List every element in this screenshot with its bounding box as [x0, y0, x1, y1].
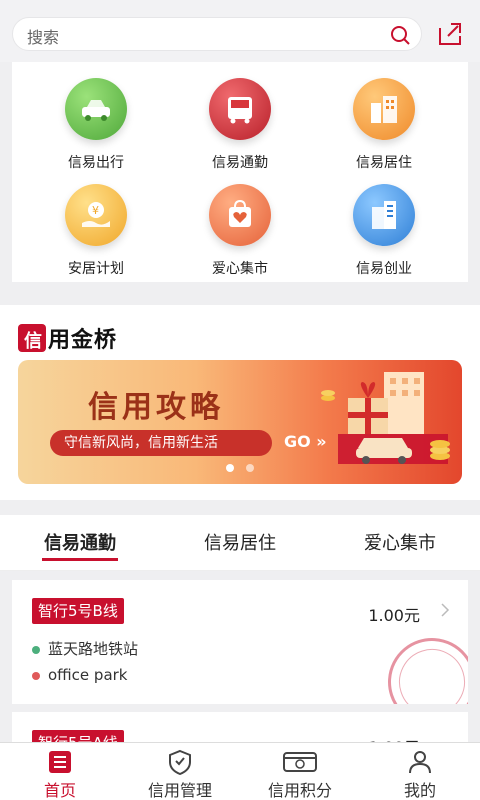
points-card-icon: [283, 752, 317, 772]
user-icon: [409, 751, 431, 774]
category-tabs: 信易通勤 信易居住 爱心集市: [0, 515, 480, 571]
grid-item-label: 安居计划: [68, 261, 124, 277]
heart-bag-icon: [209, 184, 271, 246]
home-credit-icon: [49, 751, 71, 773]
grid-item-label: 信易通勤: [212, 155, 268, 171]
grid-item-label: 信易创业: [356, 261, 412, 277]
carousel-dot[interactable]: [246, 464, 254, 472]
nav-credit-management[interactable]: 信用管理: [120, 743, 240, 800]
grid-item-housing[interactable]: 信易居住: [314, 68, 454, 172]
route-card[interactable]: 智行5号B线 1.00元 蓝天路地铁站 office park: [12, 580, 468, 704]
grid-item-charity-market[interactable]: 爱心集市: [170, 174, 310, 278]
chevron-right-icon: [441, 603, 450, 617]
nav-credit-points[interactable]: 信用积分: [240, 743, 360, 800]
route-start-stop: 蓝天路地铁站: [32, 638, 138, 659]
route-tag: 智行5号B线: [32, 598, 124, 624]
route-price: 1.00元: [368, 734, 420, 742]
banner-tagline: 守信新风尚，信用新生活: [50, 430, 272, 456]
active-tab-indicator: [42, 558, 118, 561]
promo-banner[interactable]: 信用攻略 守信新风尚，信用新生活 GO »: [18, 360, 462, 484]
tab-housing[interactable]: 信易居住: [204, 529, 276, 555]
svg-text:¥: ¥: [92, 204, 99, 217]
bus-icon: [209, 78, 271, 140]
route-tag: 智行5号A线: [32, 730, 124, 742]
nav-home[interactable]: 首页: [0, 743, 120, 800]
grid-item-label: 信易居住: [356, 155, 412, 171]
bottom-nav: 首页 信用管理 信用积分 我的: [0, 742, 480, 800]
search-icon[interactable]: [389, 24, 411, 46]
shield-icon: [169, 749, 191, 775]
car-icon: [65, 78, 127, 140]
route-price: 1.00元: [368, 606, 420, 625]
brand-mark: 信: [18, 324, 46, 352]
share-icon[interactable]: [436, 20, 464, 48]
tab-charity-market[interactable]: 爱心集市: [364, 529, 436, 555]
nav-mine[interactable]: 我的: [360, 743, 480, 800]
search-input[interactable]: 搜索: [12, 17, 422, 51]
carousel-dot[interactable]: [226, 464, 234, 472]
start-dot-icon: [32, 645, 40, 654]
route-card[interactable]: 智行5号A线 1.00元: [12, 712, 468, 742]
grid-item-startup[interactable]: 信易创业: [314, 174, 454, 278]
brand-logo: 信 用金桥: [18, 323, 117, 353]
end-dot-icon: [32, 671, 40, 680]
brand-text: 用金桥: [48, 328, 118, 353]
grid-item-travel[interactable]: 信易出行: [26, 68, 166, 172]
route-end-stop: office park: [32, 666, 128, 684]
office-building-icon: [353, 184, 415, 246]
tab-commute[interactable]: 信易通勤: [44, 529, 116, 555]
banner-headline: 信用攻略: [88, 390, 224, 425]
certification-stamp-icon: [376, 626, 468, 704]
buildings-icon: [353, 78, 415, 140]
promo-section: 信 用金桥 信用攻略 守信新风尚，信用新生活 GO »: [0, 305, 480, 500]
service-grid: 信易出行 信易通勤 信易居住 ¥ 安居计划 爱心集市 信易创业: [12, 62, 468, 282]
money-hand-icon: ¥: [65, 184, 127, 246]
grid-item-commute[interactable]: 信易通勤: [170, 68, 310, 172]
grid-item-label: 爱心集市: [212, 261, 268, 277]
gift-illustration: [321, 372, 450, 464]
grid-item-settle-plan[interactable]: ¥ 安居计划: [26, 174, 166, 278]
grid-item-label: 信易出行: [68, 155, 124, 171]
search-placeholder: 搜索: [27, 28, 60, 47]
search-bar: 搜索: [0, 0, 480, 62]
